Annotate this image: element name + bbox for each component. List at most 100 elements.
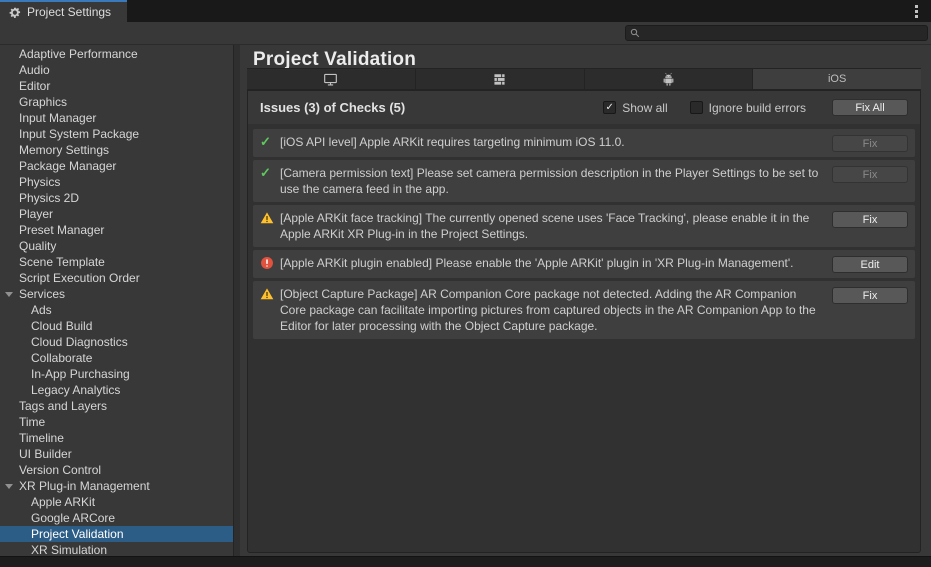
issue-row[interactable]: [Object Capture Package] AR Companion Co…	[253, 281, 915, 339]
sidebar-item-script-execution-order[interactable]: Script Execution Order	[0, 270, 233, 286]
sidebar-item-collaborate[interactable]: Collaborate	[0, 350, 233, 366]
issue-message: [iOS API level] Apple ARKit requires tar…	[280, 134, 825, 150]
fix-button[interactable]: Fix	[832, 166, 908, 183]
fix-button[interactable]: Fix	[832, 287, 908, 304]
fix-button[interactable]: Fix	[832, 211, 908, 228]
issue-row[interactable]: ✓[Camera permission text] Please set cam…	[253, 160, 915, 202]
sidebar-item-label: Timeline	[0, 431, 64, 445]
sidebar-item-label: Memory Settings	[0, 143, 109, 157]
sidebar-item-label: Tags and Layers	[0, 399, 107, 413]
title-bar: Project Settings	[0, 0, 931, 22]
ignore-build-errors-label: Ignore build errors	[709, 101, 806, 115]
sidebar-item-ads[interactable]: Ads	[0, 302, 233, 318]
sidebar-item-graphics[interactable]: Graphics	[0, 94, 233, 110]
checkbox-icon[interactable]	[690, 101, 703, 114]
sidebar-item-label: Script Execution Order	[0, 271, 140, 285]
window-title: Project Settings	[27, 5, 111, 19]
tab-label: iOS	[828, 73, 846, 85]
sidebar-item-label: Package Manager	[0, 159, 116, 173]
kebab-menu-icon[interactable]	[909, 4, 923, 18]
sidebar-item-label: Graphics	[0, 95, 67, 109]
sidebar-item-tags-and-layers[interactable]: Tags and Layers	[0, 398, 233, 414]
ignore-build-errors-checkbox[interactable]: Ignore build errors	[690, 101, 806, 115]
issue-row[interactable]: ✓[iOS API level] Apple ARKit requires ta…	[253, 129, 915, 157]
sidebar-item-player[interactable]: Player	[0, 206, 233, 222]
foldout-arrow-icon[interactable]	[5, 484, 13, 489]
sidebar-item-in-app-purchasing[interactable]: In-App Purchasing	[0, 366, 233, 382]
issues-count-title: Issues (3) of Checks (5)	[260, 100, 405, 115]
sidebar-item-label: Player	[0, 207, 53, 221]
issues-header: Issues (3) of Checks (5) ✓ Show all Igno…	[248, 91, 920, 124]
sidebar-item-label: Physics 2D	[0, 191, 79, 205]
sidebar-item-scene-template[interactable]: Scene Template	[0, 254, 233, 270]
search-input[interactable]	[625, 25, 928, 41]
sidebar-item-ui-builder[interactable]: UI Builder	[0, 446, 233, 462]
window-tab-project-settings[interactable]: Project Settings	[0, 0, 127, 22]
sidebar-item-label: Quality	[0, 239, 56, 253]
issue-message: [Camera permission text] Please set came…	[280, 165, 825, 197]
sidebar-item-google-arcore[interactable]: Google ARCore	[0, 510, 233, 526]
sidebar-item-label: Project Validation	[0, 527, 124, 541]
tab-desktop[interactable]	[247, 69, 416, 89]
sidebar-item-label: In-App Purchasing	[0, 367, 130, 381]
sidebar-item-label: Ads	[0, 303, 52, 317]
sidebar-item-label: UI Builder	[0, 447, 72, 461]
tab-android[interactable]	[585, 69, 754, 89]
sidebar-item-editor[interactable]: Editor	[0, 78, 233, 94]
sidebar-item-input-manager[interactable]: Input Manager	[0, 110, 233, 126]
settings-sidebar: Adaptive PerformanceAudioEditor Graphics I…	[0, 45, 233, 556]
issues-list: ✓[iOS API level] Apple ARKit requires ta…	[248, 124, 920, 552]
toolbar	[0, 22, 931, 45]
fix-button[interactable]: Fix	[832, 135, 908, 152]
sidebar-item-timeline[interactable]: Timeline	[0, 430, 233, 446]
tab-ios[interactable]: iOS	[753, 69, 921, 89]
sidebar-item-adaptive-performance[interactable]: Adaptive Performance	[0, 46, 233, 62]
android-platform-icon	[661, 72, 676, 87]
success-icon: ✓	[260, 165, 280, 181]
sidebar-item-label: XR Simulation	[0, 543, 107, 556]
sidebar-item-label: Google ARCore	[0, 511, 115, 525]
sidebar-item-input-system-package[interactable]: Input System Package	[0, 126, 233, 142]
platform-tab-bar: iOS	[247, 68, 921, 90]
sidebar-item-cloud-build[interactable]: Cloud Build	[0, 318, 233, 334]
sidebar-item-time[interactable]: Time	[0, 414, 233, 430]
sidebar-item-preset-manager[interactable]: Preset Manager	[0, 222, 233, 238]
sidebar-item-xr-simulation[interactable]: XR Simulation	[0, 542, 233, 556]
sidebar-item-version-control[interactable]: Version Control	[0, 462, 233, 478]
sidebar-item-memory-settings[interactable]: Memory Settings	[0, 142, 233, 158]
search-icon	[630, 28, 640, 38]
sidebar-item-label: Input Manager	[0, 111, 96, 125]
tab-dedicated-server[interactable]	[416, 69, 585, 89]
sidebar-item-label: Cloud Build	[0, 319, 92, 333]
sidebar-item-audio[interactable]: Audio	[0, 62, 233, 78]
issue-row[interactable]: [Apple ARKit face tracking] The currentl…	[253, 205, 915, 247]
issue-row[interactable]: [Apple ARKit plugin enabled] Please enab…	[253, 250, 915, 278]
sidebar-item-label: Scene Template	[0, 255, 105, 269]
sidebar-item-xr-plug-in-management[interactable]: XR Plug-in Management	[0, 478, 233, 494]
fix-all-button[interactable]: Fix All	[832, 99, 908, 116]
checkbox-icon[interactable]: ✓	[603, 101, 616, 114]
sidebar-item-label: Collaborate	[0, 351, 92, 365]
sidebar-item-physics-2d[interactable]: Physics 2D	[0, 190, 233, 206]
sidebar-item-services[interactable]: Services	[0, 286, 233, 302]
sidebar-item-label: Adaptive Performance	[0, 47, 138, 61]
sidebar-item-physics[interactable]: Physics	[0, 174, 233, 190]
sidebar-item-label: Editor	[0, 79, 50, 93]
edit-button[interactable]: Edit	[832, 256, 908, 273]
show-all-checkbox[interactable]: ✓ Show all	[603, 101, 667, 115]
sidebar-item-legacy-analytics[interactable]: Legacy Analytics	[0, 382, 233, 398]
error-icon	[260, 255, 280, 270]
foldout-arrow-icon[interactable]	[5, 292, 13, 297]
sidebar-item-package-manager[interactable]: Package Manager	[0, 158, 233, 174]
sidebar-item-project-validation[interactable]: Project Validation	[0, 526, 233, 542]
sidebar-item-quality[interactable]: Quality	[0, 238, 233, 254]
sidebar-item-label: Input System Package	[0, 127, 139, 141]
sidebar-item-label: Version Control	[0, 463, 101, 477]
sidebar-divider	[233, 45, 240, 556]
sidebar-item-cloud-diagnostics[interactable]: Cloud Diagnostics	[0, 334, 233, 350]
validation-container: Issues (3) of Checks (5) ✓ Show all Igno…	[247, 90, 921, 553]
show-all-label: Show all	[622, 101, 667, 115]
sidebar-item-apple-arkit[interactable]: Apple ARKit	[0, 494, 233, 510]
dedicated-server-platform-icon	[492, 72, 507, 87]
sidebar-item-label: Cloud Diagnostics	[0, 335, 128, 349]
